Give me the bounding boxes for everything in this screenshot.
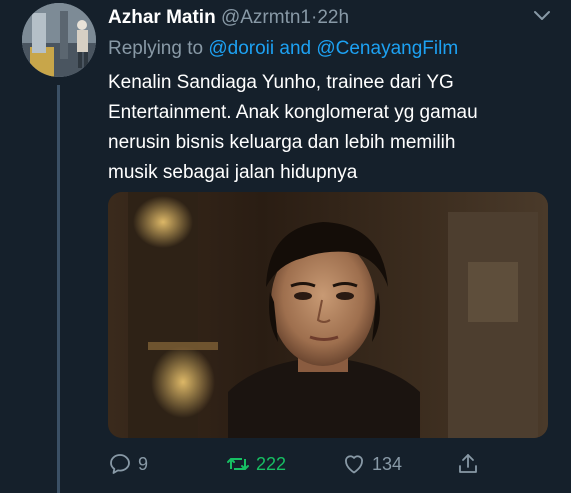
like-button[interactable]: 134 bbox=[342, 448, 402, 480]
heart-icon bbox=[345, 455, 363, 474]
retweet-count: 222 bbox=[256, 453, 287, 474]
like-count: 134 bbox=[372, 453, 403, 474]
author-name[interactable]: Azhar Matin bbox=[108, 7, 216, 28]
tweet-actions: 9 222 134 bbox=[108, 448, 508, 480]
tweet-text-line: nerusin bisnis keluarga dan lebih memili… bbox=[108, 132, 456, 153]
chevron-down-icon[interactable] bbox=[533, 10, 551, 22]
tweet-text-line: musik sebagai jalan hidupnya bbox=[108, 162, 358, 183]
avatar-image bbox=[22, 3, 96, 77]
replying-to-prefix: Replying to bbox=[108, 38, 204, 59]
tweet-text: Kenalin Sandiaga Yunho, trainee dari YG … bbox=[108, 68, 563, 188]
reply-button[interactable]: 9 bbox=[108, 448, 148, 480]
avatar[interactable] bbox=[22, 3, 96, 77]
portrait-photo bbox=[108, 192, 548, 438]
replying-to-mentions[interactable]: @doroii and @CenayangFilm bbox=[208, 38, 458, 59]
tweet-time[interactable]: 22h bbox=[317, 7, 349, 28]
tweet-text-line: Kenalin Sandiaga Yunho, trainee dari YG bbox=[108, 72, 454, 93]
retweet-icon bbox=[227, 458, 249, 470]
tweet-photo[interactable] bbox=[108, 192, 548, 438]
share-button[interactable] bbox=[456, 448, 480, 480]
tweet[interactable]: Azhar Matin @Azrmtn1·22h Replying to @do… bbox=[0, 0, 571, 493]
thread-line bbox=[57, 85, 60, 493]
replying-to: Replying to @doroii and @CenayangFilm bbox=[108, 36, 458, 62]
tweet-text-line: Entertainment. Anak konglomerat yg gamau bbox=[108, 102, 478, 123]
tweet-header: Azhar Matin @Azrmtn1·22h bbox=[108, 5, 531, 31]
retweet-button[interactable]: 222 bbox=[226, 448, 286, 480]
reply-icon bbox=[110, 454, 130, 474]
author-handle[interactable]: @Azrmtn1 bbox=[221, 7, 311, 28]
reply-count: 9 bbox=[138, 453, 149, 474]
share-icon bbox=[459, 454, 477, 473]
